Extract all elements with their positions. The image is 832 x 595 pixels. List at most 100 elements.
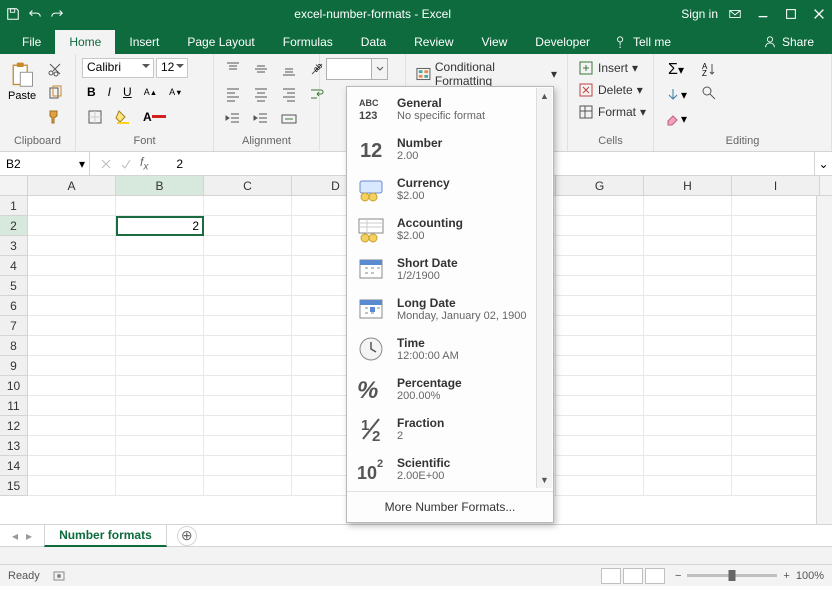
cell[interactable]: [28, 356, 116, 376]
cell[interactable]: [116, 456, 204, 476]
cell[interactable]: [556, 216, 644, 236]
cell[interactable]: [556, 376, 644, 396]
enter-formula-icon[interactable]: [120, 158, 132, 170]
undo-icon[interactable]: [28, 7, 42, 21]
cell[interactable]: [732, 436, 820, 456]
cut-button[interactable]: [42, 58, 68, 80]
cell[interactable]: [28, 256, 116, 276]
find-select-button[interactable]: [696, 82, 722, 104]
tab-view[interactable]: View: [468, 30, 522, 54]
page-break-view-button[interactable]: [645, 568, 665, 584]
cell[interactable]: [732, 376, 820, 396]
cell[interactable]: [556, 396, 644, 416]
macro-record-icon[interactable]: [52, 569, 66, 583]
zoom-slider[interactable]: [687, 574, 777, 577]
select-all-corner[interactable]: [0, 176, 28, 195]
cell[interactable]: [732, 256, 820, 276]
tab-review[interactable]: Review: [400, 30, 467, 54]
cell[interactable]: [204, 316, 292, 336]
cell[interactable]: [116, 476, 204, 496]
row-header-7[interactable]: 7: [0, 316, 28, 336]
number-format-combo[interactable]: [326, 58, 388, 80]
cell[interactable]: [644, 456, 732, 476]
align-bottom-button[interactable]: [276, 58, 302, 80]
borders-button[interactable]: [82, 106, 108, 128]
cell[interactable]: [644, 396, 732, 416]
cell[interactable]: [556, 356, 644, 376]
row-header-13[interactable]: 13: [0, 436, 28, 456]
insert-cells-button[interactable]: Insert▾: [574, 58, 642, 78]
cell[interactable]: [28, 416, 116, 436]
cell[interactable]: [644, 216, 732, 236]
delete-cells-button[interactable]: Delete▾: [574, 80, 647, 100]
cell[interactable]: [28, 216, 116, 236]
cell[interactable]: [28, 376, 116, 396]
cell[interactable]: [204, 356, 292, 376]
cell[interactable]: [732, 196, 820, 216]
cell[interactable]: [556, 196, 644, 216]
cell[interactable]: [644, 196, 732, 216]
cell[interactable]: [28, 296, 116, 316]
insert-function-button[interactable]: fx: [140, 155, 148, 172]
cell[interactable]: [116, 296, 204, 316]
decrease-indent-button[interactable]: [220, 108, 246, 130]
cell[interactable]: [732, 216, 820, 236]
more-number-formats[interactable]: More Number Formats...: [347, 491, 553, 522]
format-painter-button[interactable]: [42, 106, 68, 128]
cell[interactable]: [204, 416, 292, 436]
cell[interactable]: [644, 436, 732, 456]
cell[interactable]: [556, 316, 644, 336]
tab-home[interactable]: Home: [55, 30, 115, 54]
cell[interactable]: [732, 296, 820, 316]
chevron-down-icon[interactable]: ▾: [79, 157, 85, 171]
row-header-14[interactable]: 14: [0, 456, 28, 476]
col-header-I[interactable]: I: [732, 176, 820, 195]
cell[interactable]: [28, 276, 116, 296]
minimize-icon[interactable]: [756, 7, 770, 21]
fill-color-button[interactable]: [110, 106, 136, 128]
col-header-A[interactable]: A: [28, 176, 116, 195]
cell[interactable]: [732, 276, 820, 296]
font-name-combo[interactable]: Calibri: [82, 58, 154, 78]
cell[interactable]: [204, 376, 292, 396]
cell[interactable]: [644, 476, 732, 496]
zoom-in-button[interactable]: +: [783, 570, 789, 582]
cell[interactable]: [204, 216, 292, 236]
col-header-H[interactable]: H: [644, 176, 732, 195]
cell[interactable]: [116, 376, 204, 396]
tell-me[interactable]: Tell me: [604, 30, 681, 54]
cell[interactable]: [204, 256, 292, 276]
row-header-6[interactable]: 6: [0, 296, 28, 316]
cell[interactable]: [116, 396, 204, 416]
cell[interactable]: [644, 356, 732, 376]
paste-button[interactable]: Paste: [6, 58, 38, 104]
font-color-button[interactable]: A: [138, 107, 171, 127]
row-header-11[interactable]: 11: [0, 396, 28, 416]
font-size-combo[interactable]: 12: [156, 58, 188, 78]
number-format-option-number[interactable]: 12Number2.00: [347, 129, 553, 169]
cell[interactable]: [116, 256, 204, 276]
maximize-icon[interactable]: [784, 7, 798, 21]
cell[interactable]: [732, 416, 820, 436]
cell[interactable]: [116, 316, 204, 336]
cell[interactable]: [116, 196, 204, 216]
new-sheet-button[interactable]: ⊕: [177, 526, 197, 546]
page-layout-view-button[interactable]: [623, 568, 643, 584]
cell[interactable]: [732, 476, 820, 496]
cell[interactable]: [556, 276, 644, 296]
align-top-button[interactable]: [220, 58, 246, 80]
col-header-B[interactable]: B: [116, 176, 204, 195]
cell[interactable]: [204, 436, 292, 456]
number-format-option-fraction[interactable]: 12Fraction2: [347, 409, 553, 449]
prev-sheet-icon[interactable]: ◂: [12, 529, 18, 543]
cell[interactable]: [28, 316, 116, 336]
cell[interactable]: [28, 196, 116, 216]
cell[interactable]: [732, 456, 820, 476]
close-icon[interactable]: [812, 7, 826, 21]
cell[interactable]: [644, 336, 732, 356]
increase-indent-button[interactable]: [248, 108, 274, 130]
number-format-option-short-date[interactable]: Short Date1/2/1900: [347, 249, 553, 289]
cell[interactable]: [644, 276, 732, 296]
cell[interactable]: [556, 296, 644, 316]
row-header-4[interactable]: 4: [0, 256, 28, 276]
